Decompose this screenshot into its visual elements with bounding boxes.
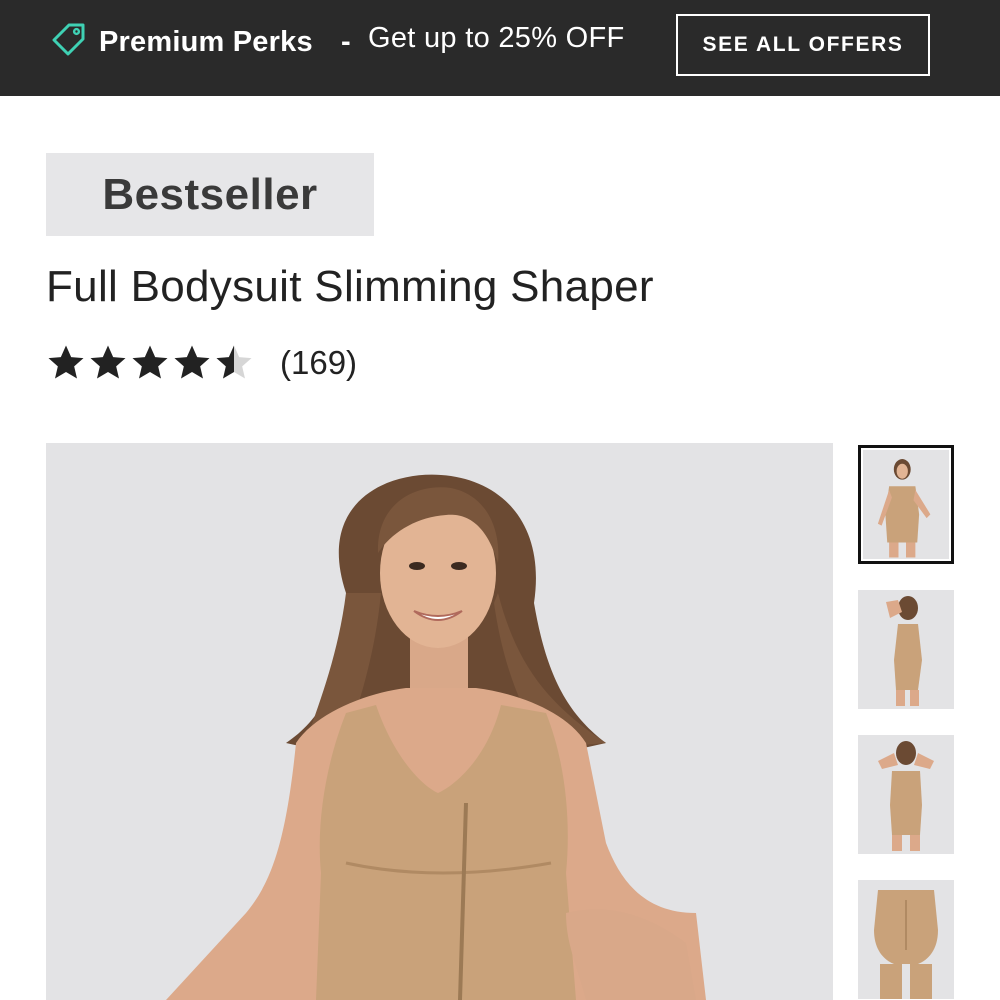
star-full-icon (48, 345, 84, 379)
promo-separator: - (341, 26, 351, 58)
thumbnail-image (877, 459, 931, 558)
model-image (166, 474, 706, 1000)
thumbnail-side-pose[interactable] (858, 590, 954, 709)
promo-banner: Premium Perks - Get up to 25% OFF SEE AL… (0, 0, 1000, 96)
star-full-icon (132, 345, 168, 379)
see-all-offers-button[interactable]: SEE ALL OFFERS (676, 14, 930, 76)
product-rating[interactable]: (169) (46, 343, 357, 383)
tag-icon (52, 23, 85, 56)
promo-offer-text: Get up to 25% OFF (368, 22, 625, 54)
product-title: Full Bodysuit Slimming Shaper (46, 262, 654, 311)
bestseller-badge: Bestseller (46, 153, 374, 236)
thumbnail-front-arms-up[interactable] (858, 735, 954, 854)
thumbnail-image (878, 741, 934, 851)
thumbnail-image (874, 890, 938, 999)
star-half-icon (216, 345, 252, 379)
thumbnail-full-front[interactable] (858, 445, 954, 564)
review-count[interactable]: (169) (280, 344, 357, 382)
star-full-icon (174, 345, 210, 379)
star-full-icon (90, 345, 126, 379)
rating-stars (46, 343, 254, 383)
main-product-image[interactable] (46, 443, 833, 1000)
thumbnail-image (886, 596, 922, 706)
promo-title: Premium Perks (99, 26, 313, 58)
thumbnail-rear-view[interactable] (858, 880, 954, 999)
